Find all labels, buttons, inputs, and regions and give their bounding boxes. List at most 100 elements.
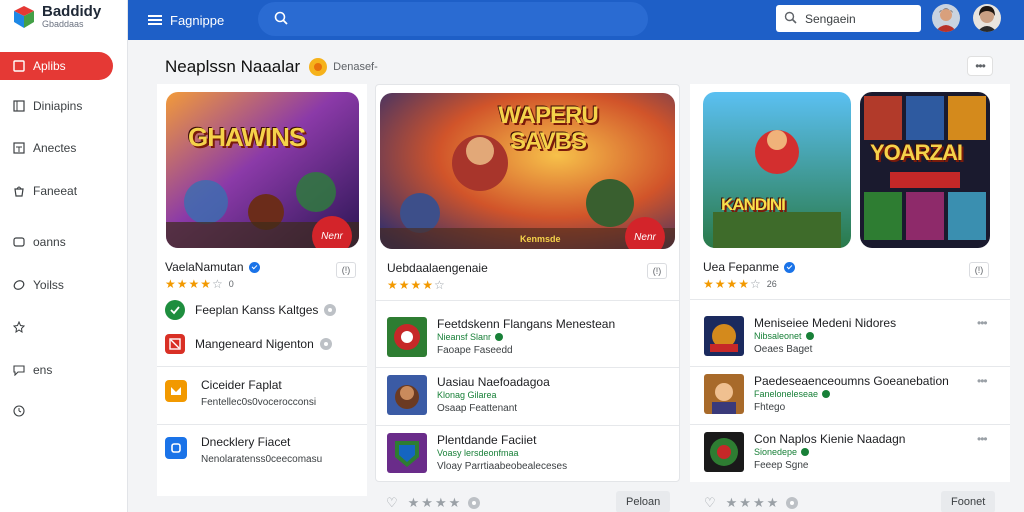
game-name: Uebdaalaengenaie xyxy=(387,261,488,275)
app-list-item[interactable]: Feetdskenn Flangans Menestean Nieansf Sl… xyxy=(387,317,672,359)
app-meta: Oeaes Baget xyxy=(754,344,813,355)
status-dot-icon xyxy=(495,333,504,341)
app-rating-label: Nibsaleonet xyxy=(754,331,802,341)
badge: Nenr xyxy=(312,216,352,248)
app-rating-label: Nieansf Slanr xyxy=(437,332,492,342)
sidebar-item-label: Yoilss xyxy=(33,278,64,292)
card-footer-actions: ♡ ★★★★ xyxy=(704,495,799,511)
follow-button[interactable]: Peloan xyxy=(616,491,671,512)
cube-logo-icon xyxy=(12,5,36,29)
app-title: Meniseiee Medeni Nidores xyxy=(754,316,897,330)
app-thumbnail xyxy=(704,316,744,356)
app-title: Con Naplos Kienie Naadagn xyxy=(754,432,906,446)
rating-stars[interactable]: ★★★★ xyxy=(726,495,781,511)
divider xyxy=(157,424,367,425)
document-icon xyxy=(12,141,26,155)
avatar[interactable] xyxy=(932,4,960,32)
more-options-icon[interactable]: ••• xyxy=(977,374,988,388)
app-thumbnail xyxy=(387,375,427,415)
more-options-icon[interactable]: ••• xyxy=(977,316,988,330)
bag-icon xyxy=(12,184,26,198)
search-icon xyxy=(274,11,288,30)
info-icon xyxy=(319,338,332,350)
square-icon xyxy=(12,59,26,73)
more-options-icon[interactable]: ••• xyxy=(977,432,988,446)
featured-card: KANDINI YOARZAI Uea Fepanme (!) ★★★★ ☆ 26 … xyxy=(690,84,1010,482)
divider xyxy=(690,424,1010,425)
sidebar-item-label: Diniapins xyxy=(33,99,83,113)
app-rating-text: Nibsaleonet xyxy=(754,331,814,341)
brand-logo[interactable]: Baddidy Gbaddaas xyxy=(12,4,101,29)
app-rating-label: Faneloneleseae xyxy=(754,389,819,399)
search-placeholder: Sengaein xyxy=(805,11,856,26)
sidebar-item-oanns[interactable]: oanns xyxy=(0,228,113,256)
sidebar-item-ens[interactable]: ens xyxy=(0,356,113,384)
page-title-row: Neaplssn Naaalar Denasef- xyxy=(165,57,378,77)
app-thumbnail xyxy=(387,433,427,473)
banner-title: KANDINI xyxy=(721,195,786,214)
game-name-row: VaelaNamutan xyxy=(165,260,260,274)
verified-icon xyxy=(784,261,796,273)
sidebar-item-faneeat[interactable]: Faneeat xyxy=(0,177,113,205)
app-list-item[interactable]: Uasiau Naefoadagoa Klonag Gilarea Osaap … xyxy=(387,375,672,417)
heart-icon[interactable]: ♡ xyxy=(704,495,718,511)
rating-stars: ★★★★ ☆ xyxy=(387,278,446,292)
featured-card: WAPERU SAVBS Kenmsde Nenr Uebdaalaengena… xyxy=(375,84,680,482)
sidebar-item-clock[interactable] xyxy=(0,397,113,425)
global-search-bar[interactable] xyxy=(258,2,648,36)
avatar[interactable] xyxy=(973,4,1001,32)
app-thumbnail xyxy=(387,317,427,357)
search-icon xyxy=(784,11,797,27)
sidebar-item-yoilss[interactable]: Yoilss xyxy=(0,271,113,299)
option-item[interactable]: Mangeneard Nigenton xyxy=(165,334,332,354)
info-icon xyxy=(468,497,481,509)
sidebar-item-diniapins[interactable]: Diniapins xyxy=(0,92,113,120)
page-title: Neaplssn Naaalar xyxy=(165,57,301,76)
info-icon xyxy=(324,304,337,316)
rating-stars[interactable]: ★★★★ xyxy=(408,495,463,511)
app-thumbnail xyxy=(704,432,744,472)
divider xyxy=(690,299,1010,300)
game-banner[interactable]: YOARZAI xyxy=(860,92,990,248)
app-name: Dnecklery Fiacet xyxy=(201,435,291,449)
badge: Nenr xyxy=(625,217,665,249)
app-list-item[interactable]: Plentdande Faciiet Voasy lersdeonfmaa Vl… xyxy=(387,433,672,475)
status-dot-icon xyxy=(805,332,814,340)
game-name: VaelaNamutan xyxy=(165,260,244,274)
game-banner[interactable]: KANDINI xyxy=(703,92,851,248)
sidebar-item-star[interactable] xyxy=(0,313,113,341)
option-item[interactable]: Feeplan Kanss Kaltges xyxy=(165,300,337,320)
more-options-button[interactable]: ••• xyxy=(967,56,993,76)
heart-icon[interactable]: ♡ xyxy=(386,495,400,511)
app-meta: Vloay Parrtiaabeobealeceses xyxy=(437,461,568,472)
game-banner[interactable]: WAPERU SAVBS Kenmsde Nenr xyxy=(380,93,675,249)
sidebar-item-label: Anectes xyxy=(33,141,77,155)
search-input[interactable]: Sengaein xyxy=(776,5,921,32)
device-icon xyxy=(12,235,26,249)
card-action-button[interactable]: (!) xyxy=(969,262,989,278)
game-artwork xyxy=(703,92,851,248)
menu-button[interactable]: Fagnippe xyxy=(148,10,224,30)
chat-icon xyxy=(12,363,26,377)
banner-title: WAPERU SAVBS xyxy=(498,102,598,155)
option-label: Mangeneard Nigenton xyxy=(195,337,314,351)
sidebar-item-label: Faneeat xyxy=(33,184,78,198)
coin-icon xyxy=(309,58,328,76)
rating-stars: ★★★★ ☆ 0 xyxy=(165,277,234,291)
game-banner[interactable]: GHAWINS Nenr xyxy=(166,92,359,248)
sidebar-item-apps[interactable]: Aplibs xyxy=(0,52,113,80)
follow-button[interactable]: Foonet xyxy=(941,491,996,512)
app-list-item[interactable]: Meniseiee Medeni Nidores Nibsaleonet Oea… xyxy=(704,316,1000,358)
app-list-item[interactable]: Con Naplos Kienie Naadagn Sionedepe Feee… xyxy=(704,432,1000,474)
page-subtitle: Denasef- xyxy=(333,61,378,73)
status-dot-icon xyxy=(801,448,810,456)
app-title: Paedeseaenceoumns Goeanebation xyxy=(754,374,949,388)
app-list-item[interactable]: Paedeseaenceoumns Goeanebation Fanelonel… xyxy=(704,374,1000,416)
sidebar-item-anectes[interactable]: Anectes xyxy=(0,134,113,162)
card-action-button[interactable]: (!) xyxy=(647,263,667,279)
card-action-button[interactable]: (!) xyxy=(336,262,356,278)
game-artwork xyxy=(860,92,990,248)
featured-card: GHAWINS Nenr VaelaNamutan (!) ★★★★ ☆ 0 Fee… xyxy=(157,84,367,496)
app-rating-text: Nieansf Slanr xyxy=(437,332,504,342)
game-name-row: Uea Fepanme xyxy=(703,260,796,274)
